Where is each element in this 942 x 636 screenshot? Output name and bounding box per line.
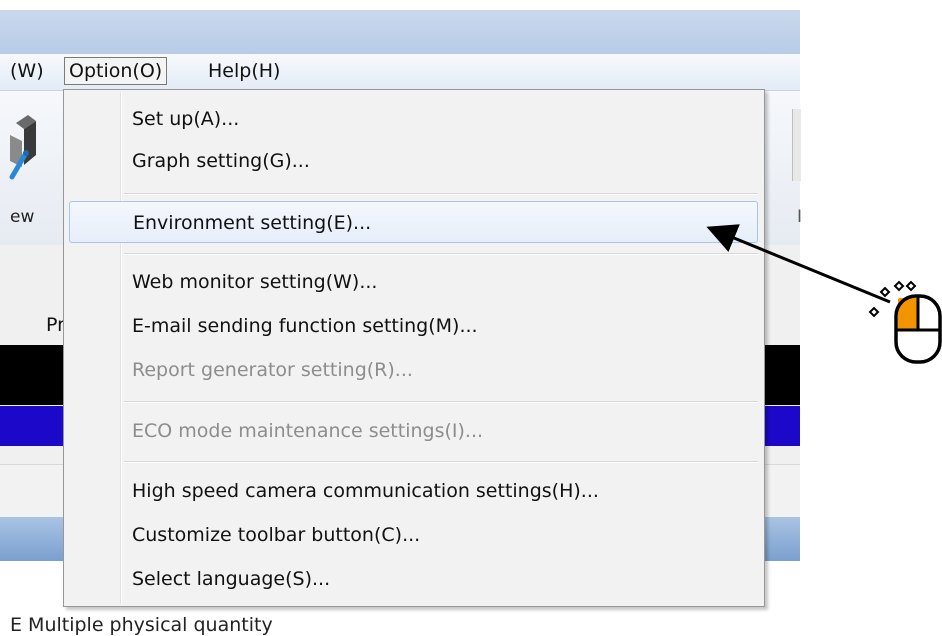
menu-item-label: Customize toolbar button(C)... bbox=[132, 524, 421, 546]
menu-item-email-sending-setting[interactable]: E-mail sending function setting(M)... bbox=[68, 305, 760, 347]
menu-item-customize-toolbar-button[interactable]: Customize toolbar button(C)... bbox=[68, 514, 760, 556]
mouse-left-click-icon bbox=[868, 280, 942, 364]
menu-item-label: Set up(A)... bbox=[132, 108, 240, 130]
menu-option[interactable]: Option(O) bbox=[64, 57, 168, 85]
menu-item-label: Graph setting(G)... bbox=[132, 150, 310, 172]
title-bar bbox=[0, 10, 800, 54]
menu-item-report-generator-setting: Report generator setting(R)... bbox=[68, 349, 760, 391]
menu-bar: (W) Option(O) Help(H) bbox=[0, 54, 800, 91]
menu-item-label: Environment setting(E)... bbox=[133, 212, 372, 234]
toolbar-right-button[interactable] bbox=[792, 109, 801, 181]
menu-window[interactable]: (W) bbox=[6, 59, 48, 83]
menu-item-set-up[interactable]: Set up(A)... bbox=[68, 98, 760, 140]
menu-item-graph-setting[interactable]: Graph setting(G)... bbox=[68, 140, 760, 182]
menu-item-environment-setting[interactable]: Environment setting(E)... bbox=[69, 201, 758, 243]
bottom-row-text: E Multiple physical quantity bbox=[10, 614, 273, 636]
menu-item-web-monitor-setting[interactable]: Web monitor setting(W)... bbox=[68, 261, 760, 303]
view-tool-icon[interactable] bbox=[6, 111, 36, 183]
menu-item-label: Select language(S)... bbox=[132, 568, 331, 590]
menu-item-eco-mode-maintenance: ECO mode maintenance settings(I)... bbox=[68, 410, 760, 452]
toolbar-right-label: I bbox=[797, 207, 803, 227]
toolbar-left-label: ew bbox=[10, 207, 35, 227]
menu-separator bbox=[124, 253, 758, 255]
menu-item-label: High speed camera communication settings… bbox=[132, 480, 599, 502]
menu-separator bbox=[124, 461, 758, 463]
menu-item-label: E-mail sending function setting(M)... bbox=[132, 315, 478, 337]
menu-item-label: Report generator setting(R)... bbox=[132, 359, 413, 381]
menu-separator bbox=[124, 401, 758, 403]
menu-separator bbox=[124, 193, 758, 195]
menu-item-label: Web monitor setting(W)... bbox=[132, 271, 378, 293]
menu-item-select-language[interactable]: Select language(S)... bbox=[68, 558, 760, 600]
application-window: (W) Option(O) Help(H) ew I Pr E Multiple… bbox=[0, 0, 803, 636]
option-dropdown-menu: Set up(A)... Graph setting(G)... Environ… bbox=[63, 89, 765, 607]
menu-help[interactable]: Help(H) bbox=[204, 59, 284, 83]
menu-item-label: ECO mode maintenance settings(I)... bbox=[132, 420, 484, 442]
menu-item-high-speed-camera-settings[interactable]: High speed camera communication settings… bbox=[68, 470, 760, 512]
